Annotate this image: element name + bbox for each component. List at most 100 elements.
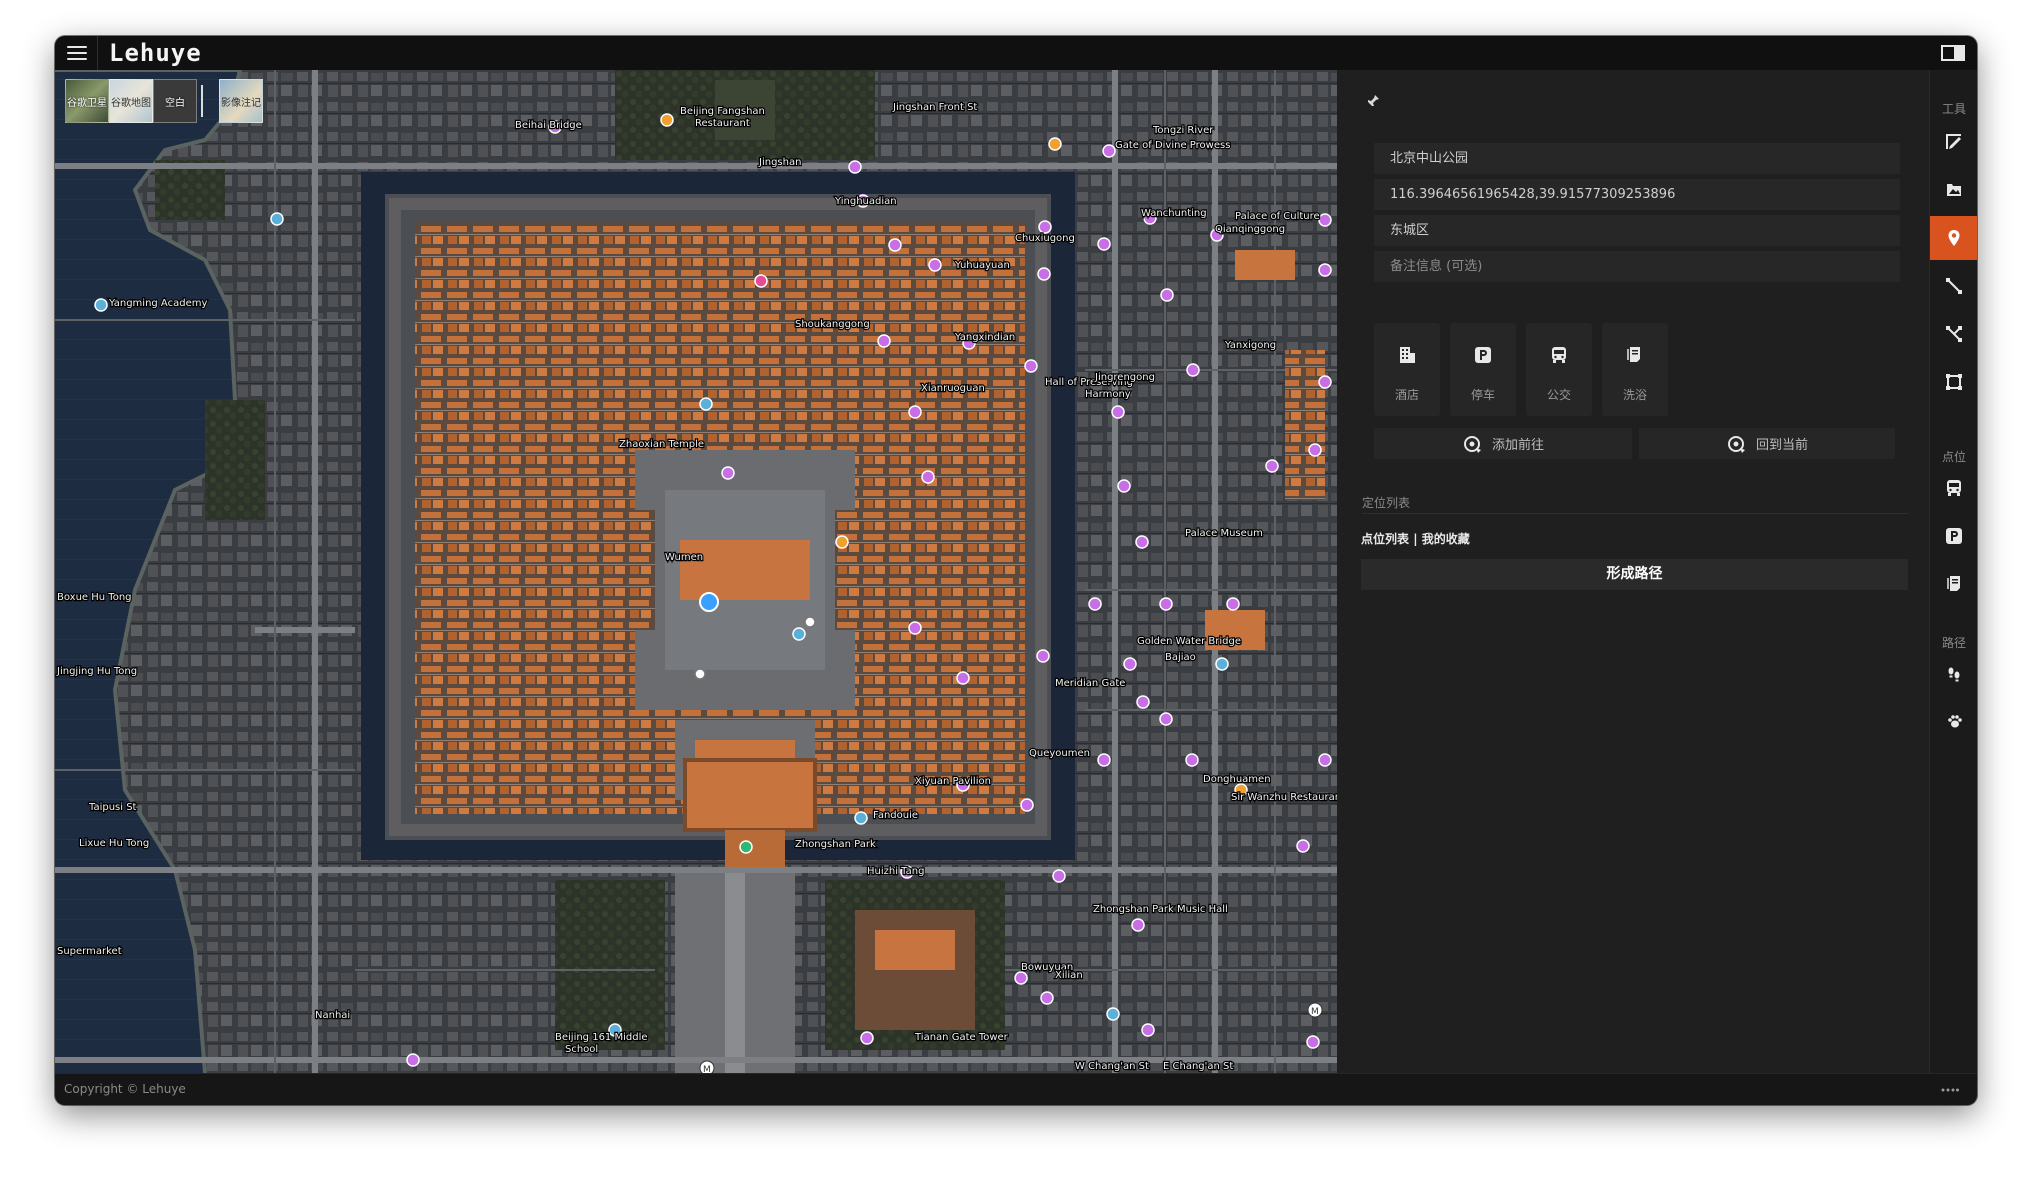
- svg-text:Beihai Bridge: Beihai Bridge: [515, 120, 582, 131]
- hamburger-menu-icon[interactable]: [67, 46, 87, 60]
- satellite-map[interactable]: Beihai Bridge Beijing Fangshan Restauran…: [55, 70, 1337, 1073]
- draw-area-button[interactable]: [1930, 120, 1977, 164]
- app-window: Lehuye Beihai Bridge Beijing Fangshan Re…: [55, 36, 1977, 1105]
- image-button[interactable]: [1930, 168, 1977, 212]
- paw-route-icon: [1948, 715, 1962, 728]
- line-icon: [1946, 278, 1962, 294]
- parking-point-button[interactable]: [1930, 514, 1977, 558]
- bus-icon: [1552, 347, 1566, 363]
- more-icon[interactable]: [1941, 1088, 1959, 1092]
- back-current-button[interactable]: 回到当前: [1639, 428, 1895, 459]
- svg-text:Zhongshan Park: Zhongshan Park: [795, 839, 876, 850]
- svg-text:Restaurant: Restaurant: [695, 118, 750, 129]
- svg-text:Yanxigong: Yanxigong: [1224, 340, 1276, 351]
- footer: Copyright © Lehuye: [55, 1073, 1977, 1105]
- svg-text:Zhongshan Park Music Hall: Zhongshan Park Music Hall: [1093, 904, 1228, 915]
- svg-text:Nanhai: Nanhai: [315, 1010, 350, 1021]
- hotel-icon: [1400, 347, 1415, 363]
- bath-point-button[interactable]: [1930, 562, 1977, 606]
- parking-icon: [1475, 347, 1491, 363]
- svg-text:Tianan Gate Tower: Tianan Gate Tower: [914, 1032, 1009, 1043]
- location-pin-icon: [1948, 230, 1960, 246]
- svg-text:Jingrengong: Jingrengong: [1094, 372, 1155, 383]
- svg-text:Sir Wanzhu Restaurant: Sir Wanzhu Restaurant: [1231, 792, 1337, 803]
- coordinates-input[interactable]: [1374, 179, 1900, 210]
- walk-route-button[interactable]: [1930, 652, 1977, 696]
- district-input[interactable]: [1374, 215, 1900, 246]
- svg-text:Jingshan Front St: Jingshan Front St: [892, 102, 977, 113]
- marker-button[interactable]: [1930, 216, 1977, 260]
- category-label: 洗浴: [1622, 388, 1647, 402]
- svg-text:Queyoumen: Queyoumen: [1029, 748, 1090, 759]
- footprints-icon: [1948, 667, 1960, 682]
- bath-icon: [1627, 347, 1640, 362]
- category-bath-button[interactable]: 洗浴: [1602, 323, 1668, 416]
- svg-text:Wanchunting: Wanchunting: [1141, 208, 1207, 219]
- svg-text:Tongzi River: Tongzi River: [1152, 125, 1214, 136]
- svg-text:M: M: [1311, 1007, 1319, 1017]
- svg-text:Chuxiugong: Chuxiugong: [1015, 233, 1075, 244]
- svg-text:Taipusi St: Taipusi St: [88, 802, 137, 813]
- toolbar-group-points: 点位: [1941, 450, 1966, 464]
- divider: [97, 36, 98, 70]
- svg-text:Xilian: Xilian: [1055, 970, 1083, 981]
- note-input[interactable]: [1374, 251, 1900, 282]
- svg-text:Yuhuayuan: Yuhuayuan: [954, 260, 1010, 271]
- category-hotel-button[interactable]: 酒店: [1374, 323, 1440, 416]
- layer-blank[interactable]: 空白: [153, 79, 197, 123]
- svg-text:Jingshan: Jingshan: [758, 157, 801, 168]
- add-goto-label: 添加前往: [1491, 438, 1544, 453]
- layer-google-map[interactable]: 谷歌地图: [109, 79, 153, 123]
- right-toolbar: 工具 点位 路径: [1929, 70, 1977, 1073]
- svg-text:Harmony: Harmony: [1085, 389, 1131, 400]
- svg-text:Supermarket: Supermarket: [57, 946, 122, 957]
- category-label: 酒店: [1394, 388, 1419, 402]
- category-buttons: 酒店 停车 公交 洗浴: [1374, 323, 1678, 416]
- toolbar-group-tools: 工具: [1941, 102, 1966, 116]
- category-parking-button[interactable]: 停车: [1450, 323, 1516, 416]
- map-canvas[interactable]: Beihai Bridge Beijing Fangshan Restauran…: [55, 70, 1337, 1073]
- svg-text:Beijing Fangshan: Beijing Fangshan: [680, 106, 765, 117]
- svg-text:Boxue Hu Tong: Boxue Hu Tong: [57, 592, 132, 603]
- toolbar-group-route: 路径: [1941, 636, 1966, 650]
- pin-icon[interactable]: [1366, 94, 1380, 108]
- svg-text:Bajiao: Bajiao: [1165, 652, 1196, 663]
- svg-text:Beijing 161 Middle: Beijing 161 Middle: [555, 1032, 648, 1043]
- locate-icon: [1727, 435, 1745, 453]
- svg-text:Palace of Culture: Palace of Culture: [1235, 211, 1320, 222]
- map-layer-switcher[interactable]: 谷歌卫星 谷歌地图 空白 影像注记: [65, 79, 263, 123]
- list-tabs: 点位列表 | 我的收藏: [1361, 530, 1470, 547]
- svg-text:Zhaoxian Temple: Zhaoxian Temple: [619, 439, 704, 450]
- image-icon: [1947, 184, 1961, 196]
- layer-annotation[interactable]: 影像注记: [219, 79, 263, 123]
- svg-text:Lixue Hu Tong: Lixue Hu Tong: [79, 838, 149, 849]
- svg-text:Gate of Divine Prowess: Gate of Divine Prowess: [1115, 140, 1230, 151]
- tab-favorites[interactable]: 我的收藏: [1422, 532, 1470, 546]
- top-bar: Lehuye: [55, 36, 1977, 71]
- svg-text:E Chang'an St: E Chang'an St: [1163, 1061, 1233, 1072]
- copyright-text: Copyright © Lehuye: [64, 1082, 186, 1096]
- rectangle-button[interactable]: [1930, 360, 1977, 404]
- place-name-input[interactable]: [1374, 143, 1900, 174]
- drive-route-button[interactable]: [1930, 700, 1977, 744]
- bus-point-button[interactable]: [1930, 466, 1977, 510]
- add-goto-button[interactable]: 添加前往: [1374, 428, 1632, 459]
- svg-text:School: School: [565, 1044, 598, 1055]
- layer-google-satellite[interactable]: 谷歌卫星: [65, 79, 109, 123]
- polyline-button[interactable]: [1930, 312, 1977, 356]
- parking-icon: [1946, 528, 1962, 544]
- back-current-label: 回到当前: [1755, 438, 1808, 453]
- navigate-icon: [1463, 435, 1481, 453]
- svg-text:M: M: [703, 1065, 711, 1073]
- panel-toggle-icon[interactable]: [1941, 45, 1965, 61]
- svg-text:Yinghuadian: Yinghuadian: [834, 196, 897, 207]
- line-button[interactable]: [1930, 264, 1977, 308]
- svg-text:Wumen: Wumen: [665, 552, 703, 563]
- form-route-button[interactable]: 形成路径: [1361, 559, 1908, 590]
- category-label: 停车: [1470, 388, 1495, 402]
- svg-text:Huizhi Tang: Huizhi Tang: [867, 866, 924, 877]
- category-label: 公交: [1546, 388, 1571, 402]
- side-panel: 酒店 停车 公交: [1337, 70, 1929, 1073]
- tab-locations[interactable]: 点位列表: [1361, 532, 1409, 546]
- category-bus-button[interactable]: 公交: [1526, 323, 1592, 416]
